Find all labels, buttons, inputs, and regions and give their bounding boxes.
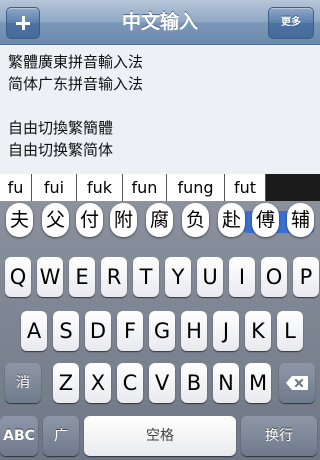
key-s[interactable]: S bbox=[53, 311, 79, 351]
pinyin-candidate[interactable]: fuk bbox=[77, 174, 123, 201]
hanzi-candidate[interactable]: 负 bbox=[182, 203, 209, 237]
key-q[interactable]: Q bbox=[5, 257, 31, 297]
key-e[interactable]: E bbox=[69, 257, 95, 297]
key-m[interactable]: M bbox=[245, 363, 271, 403]
page-title: 中文输入 bbox=[121, 11, 198, 33]
pinyin-candidate-bar: fu fui fuk fun fung fut bbox=[0, 174, 320, 201]
text-line: 繁體廣東拼音輸入法 bbox=[8, 53, 144, 71]
key-x[interactable]: X bbox=[85, 363, 111, 403]
hanzi-candidate[interactable]: 傅 bbox=[252, 203, 279, 237]
hanzi-candidate-row: 夫 父 付 附 腐 负 赴 傅 辅 bbox=[0, 203, 320, 239]
key-a[interactable]: A bbox=[21, 311, 47, 351]
key-r[interactable]: R bbox=[101, 257, 127, 297]
hanzi-candidate[interactable]: 辅 bbox=[287, 203, 314, 237]
return-key[interactable]: 换行 bbox=[241, 416, 317, 456]
key-j[interactable]: J bbox=[213, 311, 239, 351]
more-button-label: 更多 bbox=[281, 17, 301, 28]
key-f[interactable]: F bbox=[117, 311, 143, 351]
hanzi-candidate[interactable]: 夫 bbox=[6, 203, 33, 237]
language-key[interactable]: 广 bbox=[43, 416, 79, 456]
text-editor[interactable]: 繁體廣東拼音輸入法 简体广东拼音输入法 自由切換繁簡體 自由切换繁简体 bbox=[0, 45, 320, 174]
key-i[interactable]: I bbox=[229, 257, 255, 297]
clear-key[interactable]: 消 bbox=[5, 363, 41, 403]
pinyin-candidate[interactable]: fu bbox=[0, 174, 32, 201]
pinyin-candidate[interactable]: fun bbox=[123, 174, 167, 201]
add-button[interactable] bbox=[6, 7, 40, 39]
key-t[interactable]: T bbox=[133, 257, 159, 297]
text-line: 简体广东拼音输入法 bbox=[8, 75, 144, 93]
plus-icon bbox=[16, 16, 30, 30]
key-g[interactable]: G bbox=[149, 311, 175, 351]
key-k[interactable]: K bbox=[245, 311, 271, 351]
key-v[interactable]: V bbox=[149, 363, 175, 403]
hanzi-candidate[interactable]: 附 bbox=[110, 203, 137, 237]
key-c[interactable]: C bbox=[117, 363, 143, 403]
pinyin-candidate[interactable]: fui bbox=[32, 174, 77, 201]
hanzi-candidate[interactable]: 父 bbox=[42, 203, 69, 237]
text-line: 自由切換繁簡體 bbox=[8, 119, 114, 137]
key-h[interactable]: H bbox=[181, 311, 207, 351]
pinyin-candidate[interactable]: fut bbox=[225, 174, 266, 201]
key-w[interactable]: W bbox=[37, 257, 63, 297]
key-o[interactable]: O bbox=[261, 257, 287, 297]
key-y[interactable]: Y bbox=[165, 257, 191, 297]
key-z[interactable]: Z bbox=[53, 363, 79, 403]
pinyin-candidate[interactable]: fung bbox=[167, 174, 225, 201]
hanzi-candidate[interactable]: 付 bbox=[76, 203, 103, 237]
key-d[interactable]: D bbox=[85, 311, 111, 351]
hanzi-candidate[interactable]: 腐 bbox=[146, 203, 173, 237]
key-p[interactable]: P bbox=[293, 257, 319, 297]
abc-key[interactable]: ABC bbox=[0, 416, 38, 456]
key-n[interactable]: N bbox=[213, 363, 239, 403]
backspace-icon bbox=[286, 376, 308, 390]
key-l[interactable]: L bbox=[277, 311, 303, 351]
backspace-key[interactable] bbox=[279, 363, 315, 403]
space-key[interactable]: 空格 bbox=[84, 416, 236, 456]
text-line: 自由切换繁简体 bbox=[8, 141, 114, 159]
hanzi-candidate[interactable]: 赴 bbox=[218, 203, 245, 237]
keyboard: Q W E R T Y U I O P A S D F G H J K L 消 … bbox=[0, 201, 320, 460]
key-b[interactable]: B bbox=[181, 363, 207, 403]
navigation-bar: 中文输入 更多 bbox=[0, 0, 320, 45]
key-u[interactable]: U bbox=[197, 257, 223, 297]
more-button[interactable]: 更多 bbox=[268, 7, 314, 39]
